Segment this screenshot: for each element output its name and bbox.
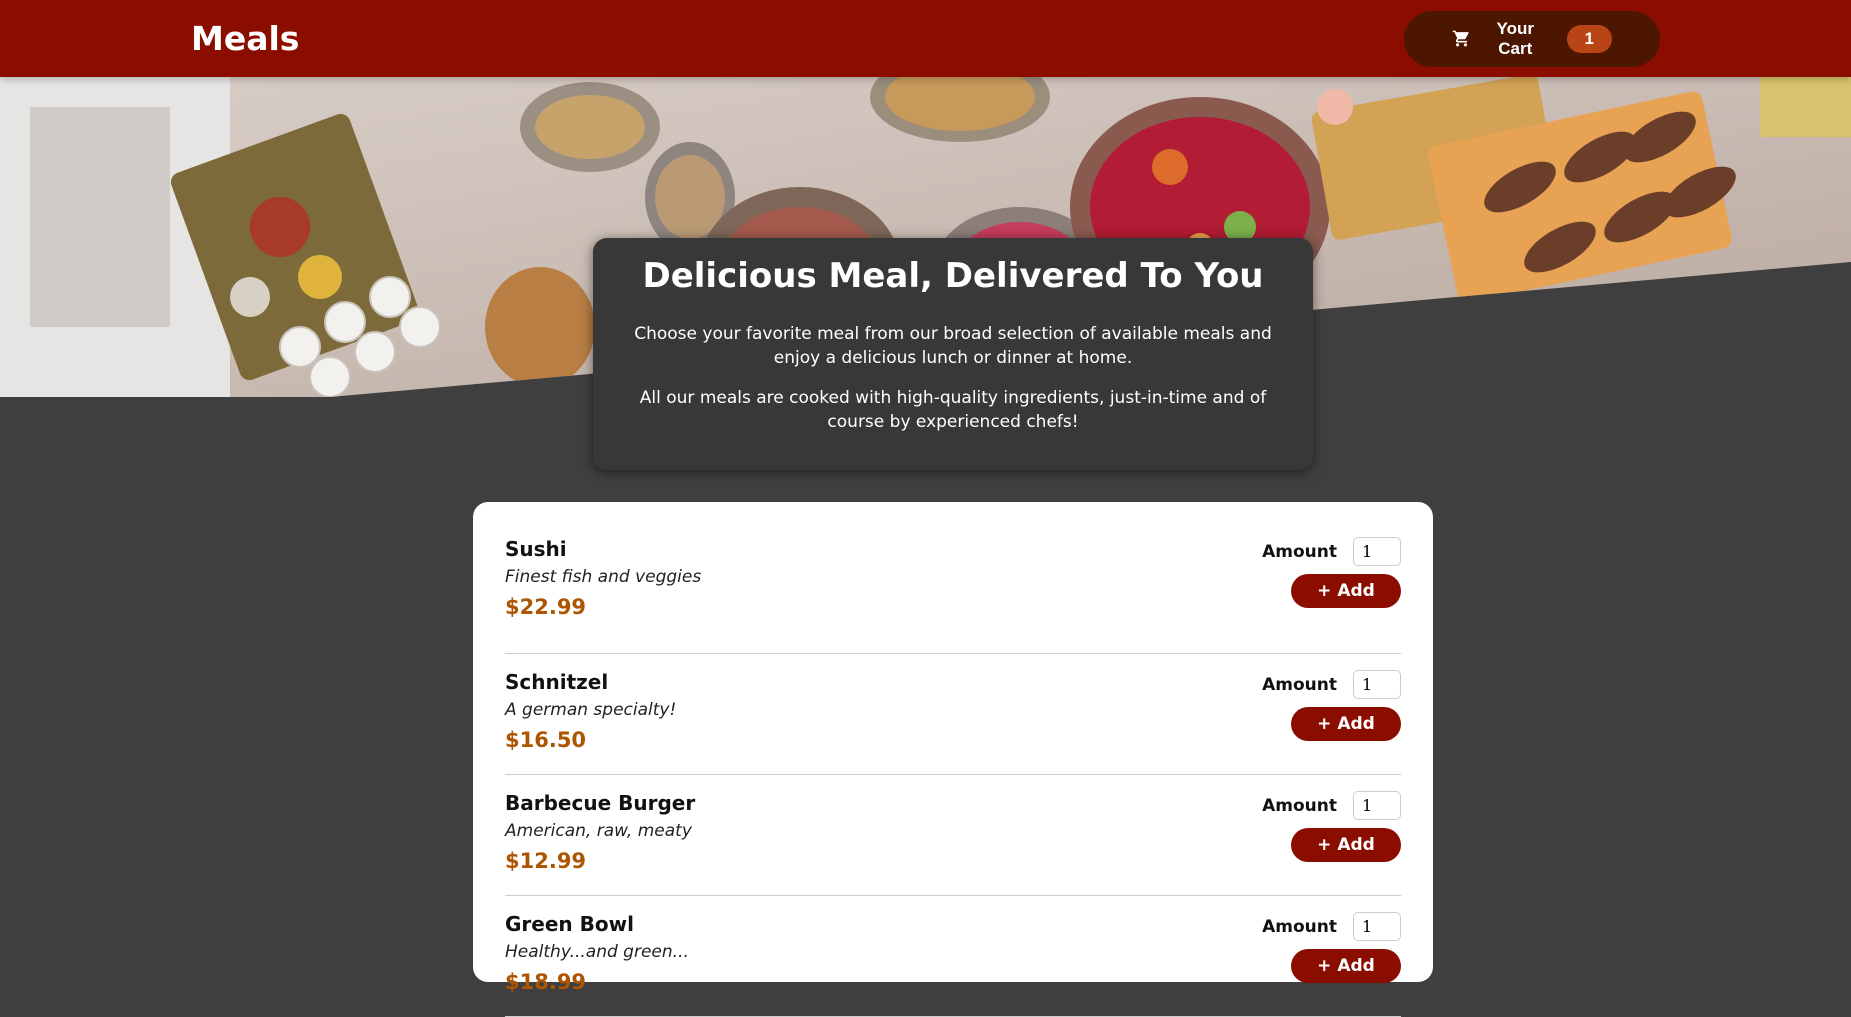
- meal-item: Sushi Finest fish and veggies $22.99 Amo…: [505, 533, 1401, 654]
- meal-description: American, raw, meaty: [505, 821, 692, 841]
- amount-input[interactable]: [1353, 537, 1401, 566]
- meal-form: Amount + Add: [1262, 912, 1401, 1016]
- amount-label: Amount: [1262, 916, 1337, 937]
- add-button[interactable]: + Add: [1291, 828, 1401, 862]
- app-header: Meals Your Cart 1: [0, 0, 1851, 77]
- summary-card: Delicious Meal, Delivered To You Choose …: [593, 238, 1313, 470]
- amount-input[interactable]: [1353, 912, 1401, 941]
- cart-label: Your Cart: [1496, 18, 1534, 58]
- meal-description: A german specialty!: [505, 700, 677, 720]
- amount-label: Amount: [1262, 795, 1337, 816]
- meal-form: Amount + Add: [1262, 537, 1401, 653]
- meal-name: Schnitzel: [505, 670, 609, 694]
- summary-title: Delicious Meal, Delivered To You: [642, 256, 1264, 296]
- meal-price: $12.99: [505, 849, 587, 873]
- meal-info: Barbecue Burger American, raw, meaty $12…: [505, 791, 695, 895]
- meal-price: $16.50: [505, 728, 587, 752]
- amount-row: Amount: [1262, 791, 1401, 820]
- meal-name: Green Bowl: [505, 912, 634, 936]
- add-button[interactable]: + Add: [1291, 707, 1401, 741]
- amount-row: Amount: [1262, 537, 1401, 566]
- meal-info: Schnitzel A german specialty! $16.50: [505, 670, 676, 774]
- meal-info: Sushi Finest fish and veggies $22.99: [505, 537, 701, 653]
- amount-input[interactable]: [1353, 670, 1401, 699]
- meal-name: Barbecue Burger: [505, 791, 696, 815]
- meal-name: Sushi: [505, 537, 567, 561]
- meal-item: Green Bowl Healthy...and green... $18.99…: [505, 896, 1401, 1017]
- meals-list: Sushi Finest fish and veggies $22.99 Amo…: [473, 502, 1433, 1017]
- cart-button[interactable]: Your Cart 1: [1404, 10, 1660, 67]
- cart-count-badge: 1: [1566, 24, 1612, 53]
- meal-item: Schnitzel A german specialty! $16.50 Amo…: [505, 654, 1401, 775]
- meal-price: $18.99: [505, 970, 587, 994]
- meal-form: Amount + Add: [1262, 670, 1401, 774]
- summary-paragraph-2: All our meals are cooked with high-quali…: [639, 388, 1267, 432]
- add-button[interactable]: + Add: [1291, 574, 1401, 608]
- amount-row: Amount: [1262, 670, 1401, 699]
- amount-input[interactable]: [1353, 791, 1401, 820]
- amount-label: Amount: [1262, 674, 1337, 695]
- meal-info: Green Bowl Healthy...and green... $18.99: [505, 912, 689, 1016]
- meal-description: Healthy...and green...: [505, 942, 689, 962]
- add-button[interactable]: + Add: [1291, 949, 1401, 983]
- app-title: Meals: [191, 19, 300, 58]
- meal-description: Finest fish and veggies: [505, 567, 702, 587]
- amount-label: Amount: [1262, 541, 1337, 562]
- meal-price: $22.99: [505, 595, 587, 619]
- summary-paragraph-1: Choose your favorite meal from our broad…: [634, 324, 1272, 368]
- amount-row: Amount: [1262, 912, 1401, 941]
- meal-form: Amount + Add: [1262, 791, 1401, 895]
- cart-icon: [1452, 29, 1471, 48]
- meal-item: Barbecue Burger American, raw, meaty $12…: [505, 775, 1401, 896]
